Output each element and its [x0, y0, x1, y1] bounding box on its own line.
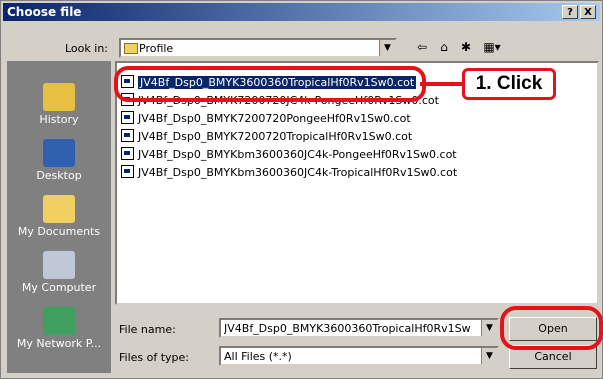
highlight-ring-file — [114, 66, 426, 102]
place-label: My Documents — [17, 225, 101, 238]
file-icon — [121, 147, 134, 160]
callout-connector — [420, 82, 464, 86]
files-of-type-label: Files of type: — [119, 351, 190, 364]
chevron-down-icon[interactable]: ▼ — [481, 348, 497, 364]
history-icon — [43, 83, 75, 111]
places-bar: History Desktop My Documents My Computer… — [7, 61, 111, 373]
chevron-down-icon[interactable]: ▼ — [379, 40, 395, 56]
chevron-down-icon[interactable]: ▼ — [481, 320, 497, 336]
view-menu-icon[interactable]: ▦▾ — [479, 39, 505, 55]
window-title: Choose file — [7, 5, 82, 19]
look-in-label: Look in: — [65, 42, 108, 55]
click-callout: 1. Click — [462, 68, 556, 100]
file-icon — [121, 111, 134, 124]
file-name-value: JV4Bf_Dsp0_BMYK3600360TropicalHf0Rv1Sw — [224, 322, 471, 335]
place-history[interactable]: History — [7, 83, 111, 126]
place-label: My Computer — [21, 281, 97, 294]
place-my-documents[interactable]: My Documents — [7, 195, 111, 238]
close-button[interactable]: X — [580, 5, 596, 19]
file-name-label: File name: — [119, 323, 176, 336]
file-item[interactable]: JV4Bf_Dsp0_BMYK7200720TropicalHf0Rv1Sw0.… — [121, 129, 412, 145]
file-item[interactable]: JV4Bf_Dsp0_BMYKbm3600360JC4k-TropicalHf0… — [121, 165, 457, 181]
file-icon — [121, 129, 134, 142]
file-name-input[interactable]: JV4Bf_Dsp0_BMYK3600360TropicalHf0Rv1Sw ▼ — [219, 318, 499, 338]
title-bar: Choose file ? X — [3, 3, 600, 21]
place-my-network[interactable]: My Network P... — [7, 307, 111, 350]
back-arrow-icon[interactable]: ⇦ — [413, 39, 431, 55]
files-of-type-value: All Files (*.*) — [224, 350, 292, 363]
folder-icon — [124, 43, 138, 54]
desktop-icon — [43, 139, 75, 167]
file-item[interactable]: JV4Bf_Dsp0_BMYKbm3600360JC4k-PongeeHf0Rv… — [121, 147, 457, 163]
place-my-computer[interactable]: My Computer — [7, 251, 111, 294]
file-icon — [121, 165, 134, 178]
new-folder-icon[interactable]: ✱ — [457, 39, 475, 55]
look-in-dropdown[interactable]: Profile ▼ — [119, 38, 397, 58]
my-documents-icon — [43, 195, 75, 223]
files-of-type-dropdown[interactable]: All Files (*.*) ▼ — [219, 346, 499, 366]
highlight-ring-open — [500, 306, 603, 350]
my-computer-icon — [43, 251, 75, 279]
place-label: My Network P... — [16, 337, 102, 350]
place-label: History — [39, 113, 79, 126]
place-label: Desktop — [36, 169, 82, 182]
place-desktop[interactable]: Desktop — [7, 139, 111, 182]
up-folder-icon[interactable]: ⌂ — [435, 39, 453, 55]
file-item[interactable]: JV4Bf_Dsp0_BMYK7200720PongeeHf0Rv1Sw0.co… — [121, 111, 411, 127]
help-button[interactable]: ? — [562, 5, 578, 19]
my-network-places-icon — [43, 307, 75, 335]
look-in-value: Profile — [139, 42, 174, 55]
